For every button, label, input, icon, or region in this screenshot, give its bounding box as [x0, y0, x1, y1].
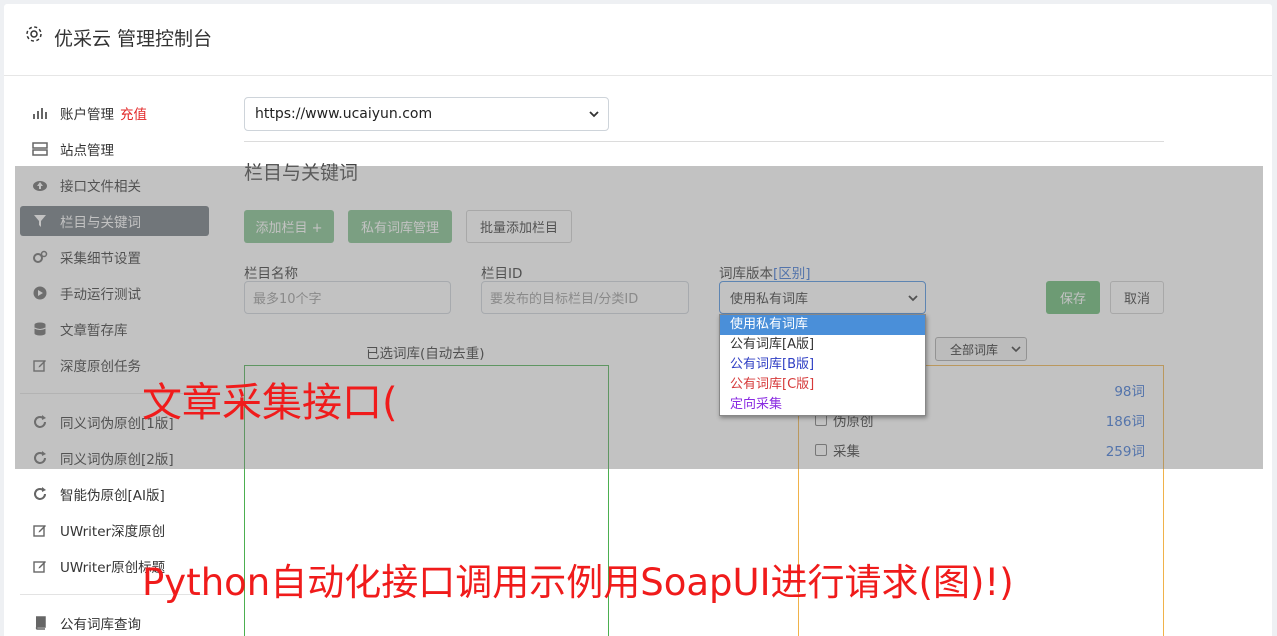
refresh-icon [32, 486, 48, 502]
app-title: 优采云 管理控制台 [54, 28, 213, 50]
chevron-down-icon [589, 111, 599, 118]
dropdown-option[interactable]: 公有词库[C版] [720, 375, 925, 395]
server-icon [32, 141, 48, 157]
sidebar-item-label: 公有词库查询 [60, 617, 141, 633]
dropdown-option[interactable]: 定向采集 [720, 395, 925, 415]
recharge-link[interactable]: 充值 [120, 103, 147, 123]
lib-version-dropdown[interactable]: 使用私有词库 公有词库[A版] 公有词库[B版] 公有词库[C版] 定向采集 [719, 314, 926, 416]
sidebar-item-label: 站点管理 [60, 143, 114, 159]
book-icon [32, 615, 48, 631]
site-select[interactable]: https://www.ucaiyun.com [244, 97, 609, 131]
dropdown-option[interactable]: 使用私有词库 [720, 315, 925, 335]
divider [244, 141, 1164, 142]
sidebar-item-ai-rewrite[interactable]: 智能伪原创[AI版] [20, 479, 209, 509]
sidebar-item-uwriter-deep[interactable]: UWriter深度原创 [20, 515, 209, 545]
edit-icon [32, 522, 48, 538]
dropdown-option[interactable]: 公有词库[B版] [720, 355, 925, 375]
bar-chart-icon [32, 105, 48, 121]
site-select-value: https://www.ucaiyun.com [255, 106, 433, 122]
sidebar-item-label: 账户管理 [60, 107, 114, 123]
card-header: 优采云 管理控制台 [4, 4, 1272, 76]
gear-icon [26, 26, 42, 42]
sidebar-item-label: 智能伪原创[AI版] [60, 488, 165, 504]
sidebar-item-label: UWriter深度原创 [60, 524, 166, 540]
sidebar-item-account[interactable]: 账户管理 充值 [20, 98, 209, 128]
dropdown-option[interactable]: 公有词库[A版] [720, 335, 925, 355]
sidebar-item-sites[interactable]: 站点管理 [20, 134, 209, 164]
sidebar-item-public-lib[interactable]: 公有词库查询 [20, 608, 209, 636]
overlay-caption-top: 文章采集接口( [142, 380, 398, 426]
overlay-caption-bottom: Python自动化接口调用示例用SoapUI进行请求(图)!) [142, 561, 1014, 604]
edit-icon [32, 558, 48, 574]
